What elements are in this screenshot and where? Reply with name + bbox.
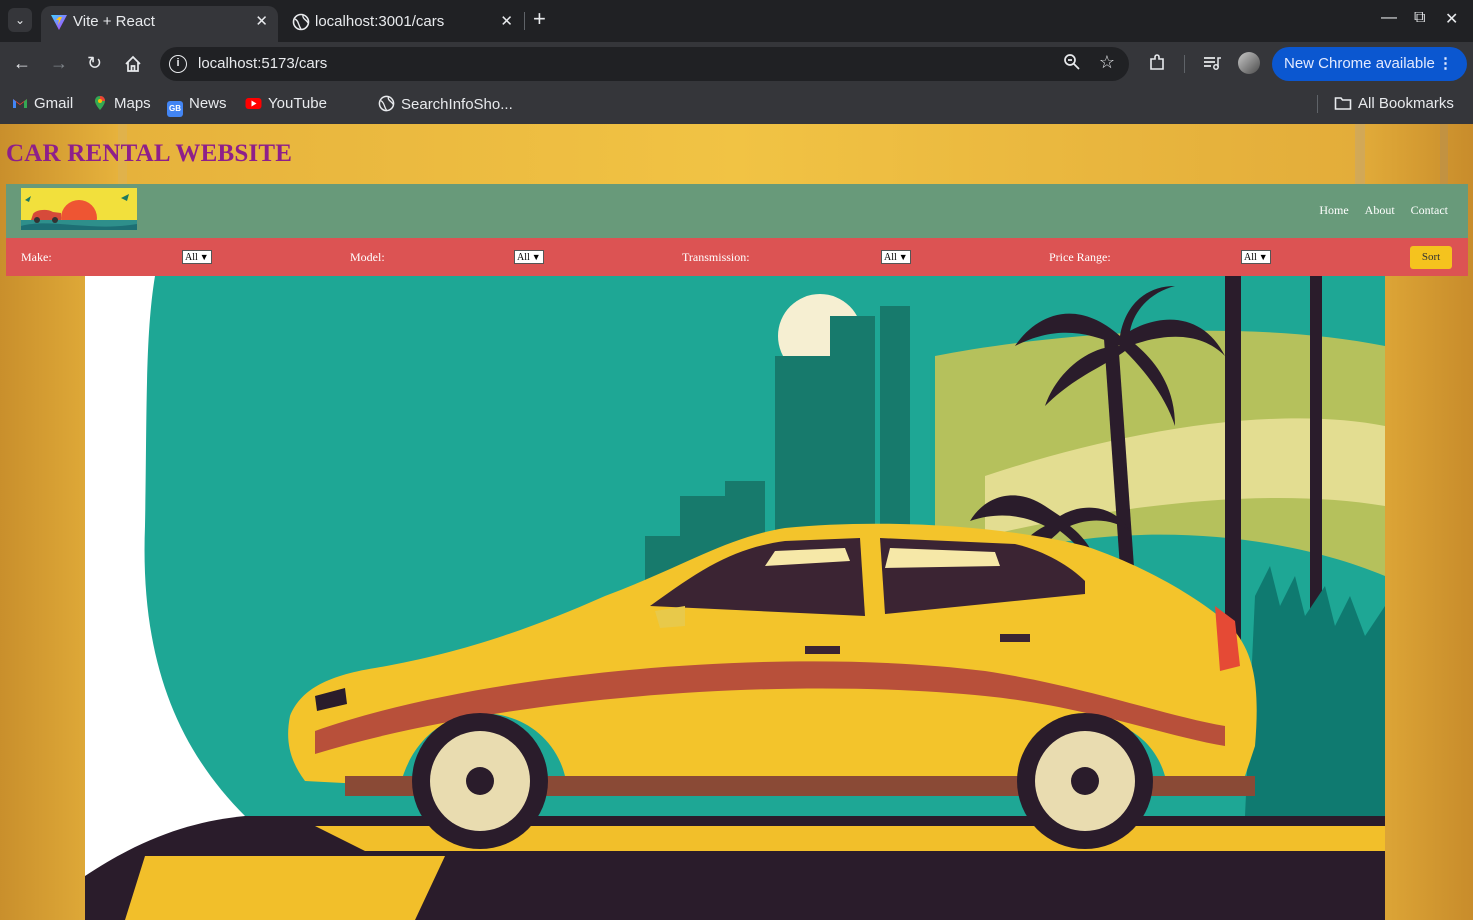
transmission-label: Transmission: xyxy=(682,250,750,264)
zoom-icon[interactable] xyxy=(1063,53,1081,71)
nav-contact-link[interactable]: Contact xyxy=(1411,203,1448,217)
media-icon[interactable] xyxy=(1202,53,1222,73)
globe-icon xyxy=(292,13,310,31)
tab-title: localhost:3001/cars xyxy=(315,13,445,30)
page-viewport: CAR RENTAL WEBSITE Home About Contact Ma… xyxy=(0,124,1473,920)
filter-bar: Make: All ▼ Model: All ▼ Transmission: All… xyxy=(6,238,1468,276)
nav-links: Home About Contact xyxy=(1306,203,1448,218)
close-icon[interactable]: ✕ xyxy=(500,12,513,30)
url-text[interactable]: localhost:5173/cars xyxy=(198,55,327,72)
tab-title: Vite + React xyxy=(73,13,155,30)
bookmark-label: YouTube xyxy=(268,95,327,112)
chevron-down-icon: ▼ xyxy=(199,252,209,262)
extensions-icon[interactable] xyxy=(1147,53,1167,73)
make-select-value: All xyxy=(185,252,198,263)
gmail-icon xyxy=(13,99,27,108)
bookmark-label: News xyxy=(189,95,227,112)
make-select[interactable]: All ▼ xyxy=(182,250,212,264)
model-label: Model: xyxy=(350,250,385,264)
bookmark-label: SearchInfoSho... xyxy=(401,96,513,113)
restore-icon[interactable]: ⧉ xyxy=(1414,9,1425,27)
tab-strip: ⌄ Vite + React ✕ localhost:3001/cars ✕ +… xyxy=(0,0,1473,42)
minimize-icon[interactable]: — xyxy=(1381,9,1397,27)
tab-search-icon[interactable]: ⌄ xyxy=(8,8,32,32)
plus-icon[interactable]: + xyxy=(533,7,546,31)
site-info-icon[interactable]: i xyxy=(169,55,187,73)
chevron-down-icon: ▼ xyxy=(1258,252,1268,262)
transmission-select[interactable]: All ▼ xyxy=(881,250,911,264)
price-range-select-value: All xyxy=(1244,252,1257,263)
transmission-select-value: All xyxy=(884,252,897,263)
profile-icon[interactable] xyxy=(1238,52,1260,74)
bookmark-all-bookmarks[interactable]: All Bookmarks xyxy=(1334,95,1454,112)
chrome-update-label: New Chrome available xyxy=(1284,55,1435,72)
back-icon[interactable]: ← xyxy=(13,53,31,73)
model-select[interactable]: All ▼ xyxy=(514,250,544,264)
bookmark-news[interactable]: GB News xyxy=(167,95,227,117)
forward-icon[interactable]: → xyxy=(50,53,68,73)
reload-icon[interactable]: ↻ xyxy=(87,53,102,73)
bookmark-gmail[interactable]: Gmail xyxy=(12,95,73,112)
tab-divider xyxy=(524,12,525,30)
nav-home-link[interactable]: Home xyxy=(1319,203,1348,217)
youtube-icon xyxy=(245,98,262,109)
price-range-select[interactable]: All ▼ xyxy=(1241,250,1271,264)
sort-button[interactable]: Sort xyxy=(1410,246,1452,269)
address-bar[interactable]: i localhost:5173/cars ☆ xyxy=(160,47,1129,81)
model-select-value: All xyxy=(517,252,530,263)
bookmarks-bar: Gmail Maps GB News YouTube SearchInfoSho.… xyxy=(0,86,1473,197)
folder-icon xyxy=(1334,97,1352,110)
window-close-icon[interactable]: ✕ xyxy=(1445,9,1458,29)
bookmark-searchinfo[interactable]: SearchInfoSho... xyxy=(378,95,513,113)
globe-icon xyxy=(378,95,395,112)
chrome-update-button[interactable]: New Chrome available ⋮ xyxy=(1272,47,1467,81)
close-icon[interactable]: ✕ xyxy=(255,12,268,30)
page-title: CAR RENTAL WEBSITE xyxy=(6,140,293,167)
toolbar-divider xyxy=(1184,55,1185,73)
tab-localhost-3001[interactable]: localhost:3001/cars ✕ xyxy=(283,6,523,42)
logo xyxy=(21,188,137,230)
news-icon: GB xyxy=(167,101,183,117)
home-icon[interactable] xyxy=(124,55,142,73)
kebab-icon: ⋮ xyxy=(1438,55,1453,72)
make-label: Make: xyxy=(21,250,52,264)
navbar: Home About Contact xyxy=(6,184,1468,238)
chevron-down-icon: ▼ xyxy=(898,252,908,262)
bookmark-youtube[interactable]: YouTube xyxy=(245,95,327,112)
browser-toolbar: ← → ↻ i localhost:5173/cars ☆ New Chrome… xyxy=(0,42,1473,86)
bookmark-label: Maps xyxy=(114,95,151,112)
bookmark-label: All Bookmarks xyxy=(1358,95,1454,112)
price-range-label: Price Range: xyxy=(1049,250,1111,264)
maps-icon xyxy=(95,96,105,110)
bookmark-label: Gmail xyxy=(34,95,74,112)
vite-icon xyxy=(51,15,67,30)
bookmark-maps[interactable]: Maps xyxy=(92,95,151,112)
tab-vite-react[interactable]: Vite + React ✕ xyxy=(41,6,278,42)
bookmarks-divider xyxy=(1317,95,1318,113)
nav-about-link[interactable]: About xyxy=(1365,203,1395,217)
star-icon[interactable]: ☆ xyxy=(1099,52,1115,73)
chevron-down-icon: ▼ xyxy=(531,252,541,262)
hero-car-image xyxy=(85,276,1385,920)
